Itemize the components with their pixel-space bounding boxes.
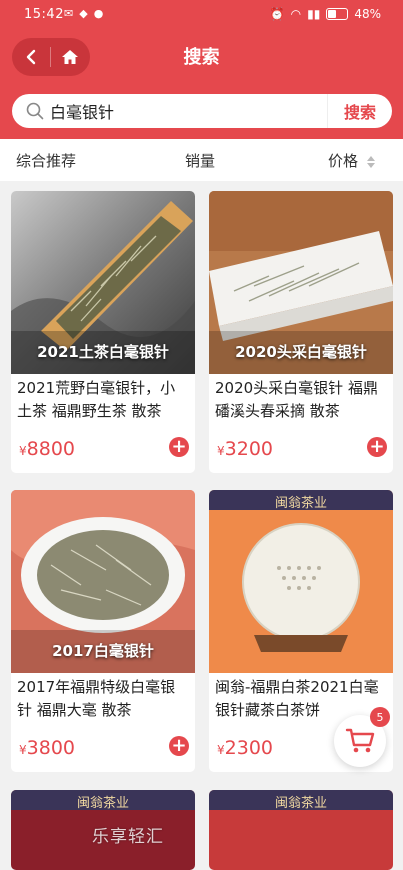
- search-box: 搜索: [12, 94, 392, 128]
- product-image: 2017白毫银针: [11, 490, 195, 673]
- price-value: 2300: [224, 737, 273, 759]
- message-icon: ✉: [64, 7, 74, 20]
- product-image: 2020头采白毫银针: [209, 191, 393, 374]
- product-price: ¥2300: [217, 737, 273, 759]
- cart-icon: [345, 728, 375, 753]
- product-image: 闽翁茶业: [209, 490, 393, 673]
- sort-price[interactable]: 价格: [328, 150, 376, 171]
- product-card[interactable]: 闽翁茶业: [209, 790, 393, 870]
- product-card[interactable]: 2021土茶白毫银针 2021荒野白毫银针，小土茶 福鼎野生茶 散茶 ¥8800…: [11, 191, 195, 473]
- product-title[interactable]: 2017年福鼎特级白毫银针 福鼎大毫 散茶: [17, 676, 187, 722]
- image-caption: 2021土茶白毫银针: [37, 343, 169, 361]
- add-to-cart-button[interactable]: +: [367, 437, 387, 457]
- add-to-cart-button[interactable]: +: [169, 437, 189, 457]
- search-bar: 搜索: [0, 85, 403, 139]
- sort-arrows-icon: [366, 155, 375, 168]
- currency-symbol: ¥: [217, 444, 225, 458]
- product-price: ¥3800: [19, 737, 75, 759]
- sort-price-label: 价格: [328, 152, 359, 170]
- brand-banner: 闽翁茶业: [76, 796, 129, 811]
- product-image: 闽翁茶业: [209, 790, 393, 870]
- product-title[interactable]: 2021荒野白毫银针，小土茶 福鼎野生茶 散茶: [17, 377, 187, 423]
- product-price: ¥8800: [19, 438, 75, 460]
- brand-banner: 闽翁茶业: [274, 796, 327, 811]
- search-button[interactable]: 搜索: [327, 94, 392, 128]
- currency-symbol: ¥: [19, 743, 27, 757]
- wifi-icon: ◠: [290, 7, 302, 21]
- app-icon: ◆: [79, 7, 88, 20]
- alarm-icon: ⏰: [269, 7, 285, 21]
- notification-icons: ✉ ◆ ●: [64, 7, 103, 20]
- sort-bar: 综合推荐 销量 价格: [0, 139, 403, 181]
- plus-icon: +: [171, 436, 187, 457]
- battery-icon: [326, 8, 349, 20]
- cart-count-badge: 5: [370, 707, 390, 727]
- product-card[interactable]: 2017白毫银针 2017年福鼎特级白毫银针 福鼎大毫 散茶 ¥3800 +: [11, 490, 195, 772]
- product-title[interactable]: 2020头采白毫银针 福鼎磻溪头春采摘 散茶: [215, 377, 385, 423]
- watermark: 乐享轻汇: [92, 827, 164, 847]
- price-value: 3200: [224, 438, 273, 460]
- cart-button[interactable]: 5: [334, 707, 390, 767]
- chat-icon: ●: [93, 7, 104, 20]
- image-caption: 2020头采白毫银针: [235, 343, 367, 361]
- search-icon: [26, 102, 44, 120]
- brand-banner: 闽翁茶业: [274, 496, 327, 511]
- signal-icon: ▮▮: [307, 7, 321, 21]
- price-value: 3800: [26, 737, 75, 759]
- status-time: 15:42: [24, 7, 64, 22]
- search-input[interactable]: [50, 94, 330, 128]
- product-price: ¥3200: [217, 438, 273, 460]
- page-title: 搜索: [183, 47, 220, 68]
- price-value: 8800: [26, 438, 75, 460]
- product-card[interactable]: 2020头采白毫银针 2020头采白毫银针 福鼎磻溪头春采摘 散茶 ¥3200 …: [209, 191, 393, 473]
- plus-icon: +: [171, 735, 187, 756]
- header: 搜索: [0, 30, 403, 85]
- currency-symbol: ¥: [217, 743, 225, 757]
- battery-percent: 48%: [354, 7, 381, 21]
- plus-icon: +: [369, 436, 385, 457]
- status-right: ⏰ ◠ ▮▮ 48%: [270, 7, 381, 21]
- status-bar: 15:42 ✉ ◆ ● ⏰ ◠ ▮▮ 48%: [0, 0, 403, 30]
- product-image: 2021土茶白毫银针: [11, 191, 195, 374]
- battery-fill: [328, 10, 336, 18]
- sort-sales[interactable]: 销量: [185, 150, 215, 171]
- image-caption: 2017白毫银针: [52, 642, 154, 660]
- currency-symbol: ¥: [19, 444, 27, 458]
- sort-recommended[interactable]: 综合推荐: [16, 150, 76, 171]
- add-to-cart-button[interactable]: +: [169, 736, 189, 756]
